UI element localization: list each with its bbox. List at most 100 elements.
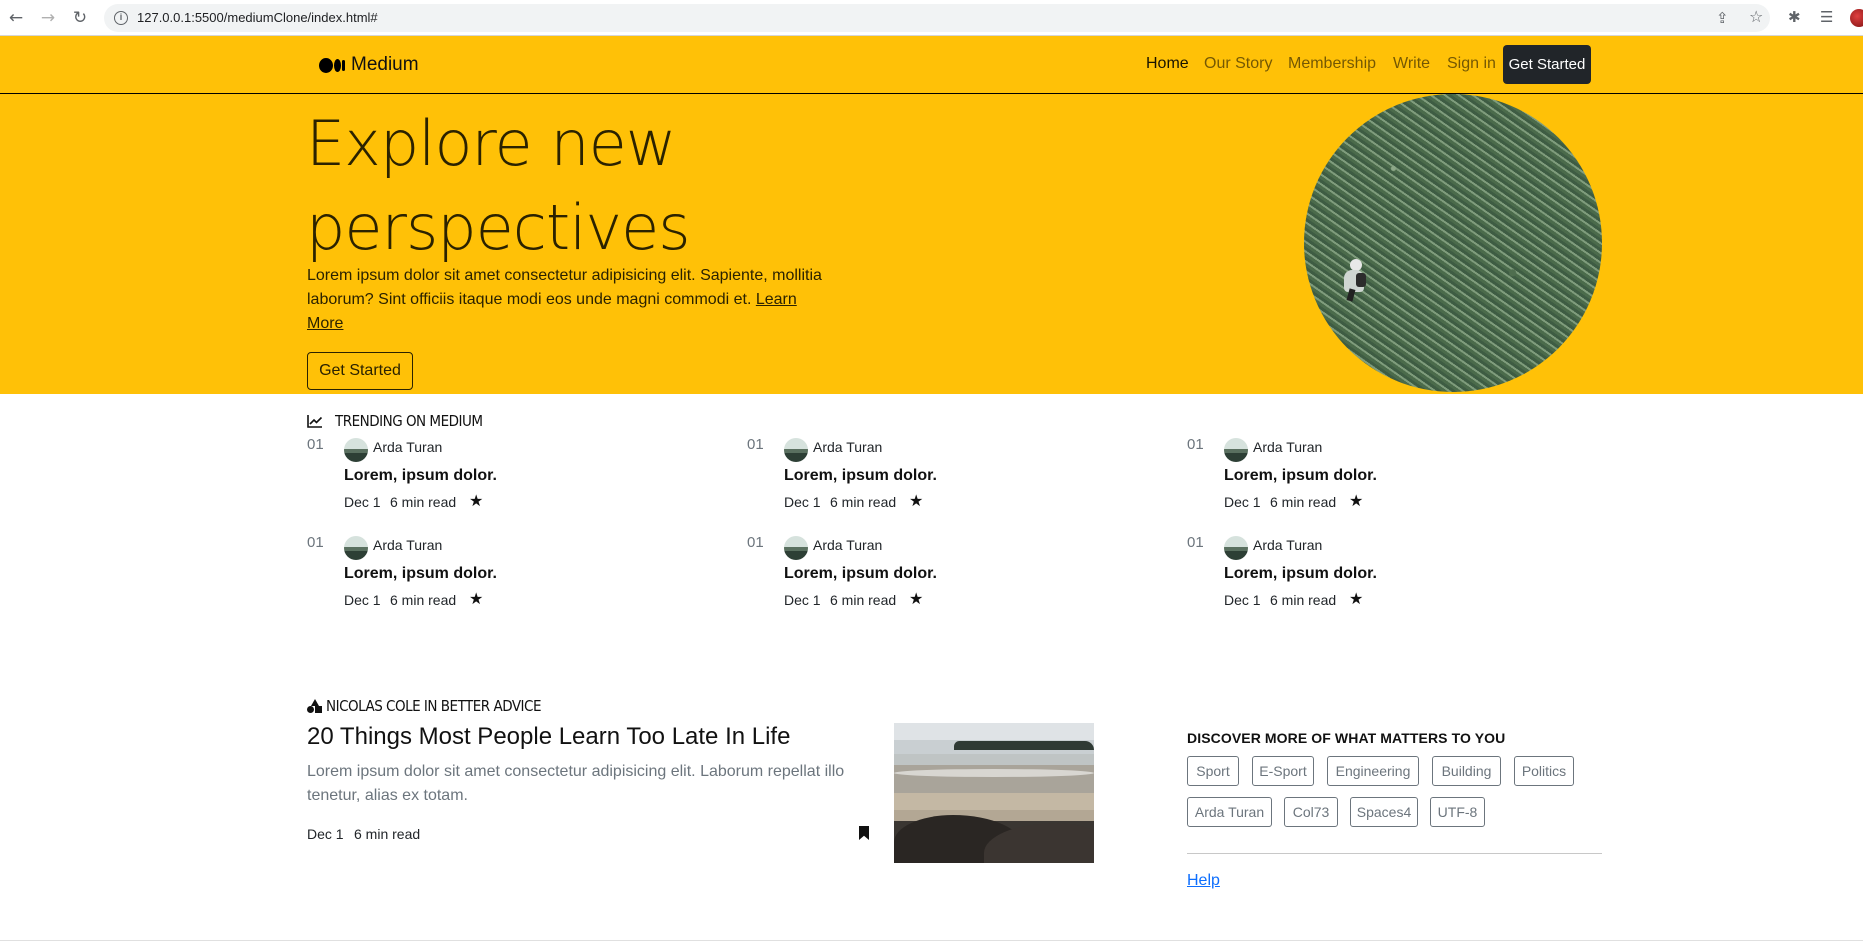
post-title[interactable]: 20 Things Most People Learn Too Late In … — [307, 723, 790, 751]
trending-author[interactable]: Arda Turan — [813, 439, 882, 455]
hero-get-started-button[interactable]: Get Started — [307, 352, 413, 390]
trending-read-time: 6 min read — [830, 494, 897, 510]
trending-post-title[interactable]: Lorem, ipsum dolor. — [784, 467, 937, 485]
extensions-icon[interactable]: ✱ — [1788, 9, 1804, 25]
post-author-line: NICOLAS COLE IN BETTER ADVICE — [307, 697, 541, 715]
hero-section: Explore new perspectives Lorem ipsum dol… — [0, 94, 1863, 394]
trending-post-title[interactable]: Lorem, ipsum dolor. — [344, 467, 497, 485]
address-bar[interactable]: i 127.0.0.1:5500/mediumClone/index.html#… — [104, 4, 1770, 32]
discover-divider — [1187, 853, 1602, 854]
trending-date: Dec 1 — [784, 592, 821, 608]
trending-item[interactable]: 01 Arda Turan Lorem, ipsum dolor. Dec 1 6 mi… — [747, 534, 1127, 622]
nav-link-home[interactable]: Home — [1146, 55, 1189, 73]
bookmark-icon[interactable] — [859, 826, 869, 840]
tag-col73[interactable]: Col73 — [1284, 797, 1338, 827]
trending-item[interactable]: 01 Arda Turan Lorem, ipsum dolor. Dec 1 6 mi… — [307, 436, 687, 524]
hero-forest-image — [1304, 94, 1602, 392]
discover-title: DISCOVER MORE OF WHAT MATTERS TO YOU — [1187, 730, 1506, 746]
trending-rank: 01 — [747, 534, 764, 551]
share-icon[interactable]: ⇪ — [1716, 9, 1729, 27]
trending-date: Dec 1 — [784, 494, 821, 510]
hero-title-line-1: Explore new — [306, 107, 677, 180]
bookmark-star-icon[interactable]: ☆ — [1749, 7, 1763, 26]
post-author[interactable]: NICOLAS COLE IN BETTER ADVICE — [326, 697, 541, 715]
trending-item[interactable]: 01 Arda Turan Lorem, ipsum dolor. Dec 1 6 mi… — [1187, 534, 1567, 622]
address-url[interactable]: 127.0.0.1:5500/mediumClone/index.html# — [137, 10, 378, 25]
trending-date: Dec 1 — [1224, 592, 1261, 608]
reload-icon[interactable]: ↻ — [70, 8, 90, 28]
star-icon: ★ — [1349, 589, 1364, 608]
star-icon: ★ — [909, 589, 924, 608]
hero-title-line-2: perspectives — [306, 191, 691, 264]
nav-link-membership[interactable]: Membership — [1288, 55, 1376, 73]
nav-link-sign-in[interactable]: Sign in — [1447, 55, 1496, 73]
star-icon: ★ — [909, 491, 924, 510]
trending-date: Dec 1 — [344, 494, 381, 510]
site-info-icon[interactable]: i — [114, 11, 128, 25]
trending-item[interactable]: 01 Arda Turan Lorem, ipsum dolor. Dec 1 6 mi… — [1187, 436, 1567, 524]
trending-header: TRENDING ON MEDIUM — [307, 412, 483, 430]
trending-rank: 01 — [307, 534, 324, 551]
star-icon: ★ — [469, 491, 484, 510]
trending-rank: 01 — [1187, 436, 1204, 453]
forward-icon[interactable]: → — [38, 8, 58, 28]
author-avatar[interactable] — [784, 438, 808, 462]
tag-spaces4[interactable]: Spaces4 — [1350, 797, 1418, 827]
tag-e-sport[interactable]: E-Sport — [1252, 756, 1314, 786]
trending-item[interactable]: 01 Arda Turan Lorem, ipsum dolor. Dec 1 6 mi… — [747, 436, 1127, 524]
tag-politics[interactable]: Politics — [1514, 756, 1574, 786]
star-icon: ★ — [469, 589, 484, 608]
hero-image-rider — [1342, 259, 1368, 302]
get-started-button[interactable]: Get Started — [1503, 45, 1591, 84]
tag-utf-8[interactable]: UTF-8 — [1430, 797, 1485, 827]
hero-description: Lorem ipsum dolor sit amet consectetur a… — [307, 264, 837, 336]
brand-link[interactable]: Medium — [319, 54, 419, 76]
tag-building[interactable]: Building — [1432, 756, 1501, 786]
trending-date: Dec 1 — [1224, 494, 1261, 510]
trending-author[interactable]: Arda Turan — [813, 537, 882, 553]
trending-post-title[interactable]: Lorem, ipsum dolor. — [1224, 467, 1377, 485]
trending-rank: 01 — [307, 436, 324, 453]
help-link[interactable]: Help — [1187, 872, 1220, 890]
browser-toolbar: ← → ↻ i 127.0.0.1:5500/mediumClone/index… — [0, 0, 1863, 36]
trending-author[interactable]: Arda Turan — [1253, 537, 1322, 553]
hero-title: Explore new perspectives — [306, 102, 906, 270]
trending-post-title[interactable]: Lorem, ipsum dolor. — [1224, 565, 1377, 583]
trending-read-time: 6 min read — [830, 592, 897, 608]
tag-arda-turan[interactable]: Arda Turan — [1187, 797, 1272, 827]
author-avatar[interactable] — [1224, 438, 1248, 462]
trending-post-title[interactable]: Lorem, ipsum dolor. — [784, 565, 937, 583]
author-avatar[interactable] — [344, 438, 368, 462]
trending-read-time: 6 min read — [390, 494, 457, 510]
nav-link-write[interactable]: Write — [1393, 55, 1430, 73]
hero-description-text: Lorem ipsum dolor sit amet consectetur a… — [307, 267, 822, 308]
site-navbar: Medium Home Our Story Membership Write S… — [0, 36, 1863, 94]
post-date: Dec 1 — [307, 826, 344, 842]
tag-sport[interactable]: Sport — [1187, 756, 1239, 786]
author-avatar[interactable] — [344, 536, 368, 560]
nav-link-our-story[interactable]: Our Story — [1204, 55, 1272, 73]
trending-author[interactable]: Arda Turan — [373, 537, 442, 553]
author-avatar[interactable] — [1224, 536, 1248, 560]
trending-date: Dec 1 — [344, 592, 381, 608]
trending-rank: 01 — [747, 436, 764, 453]
brand-name: Medium — [351, 54, 419, 75]
trending-item[interactable]: 01 Arda Turan Lorem, ipsum dolor. Dec 1 6 mi… — [307, 534, 687, 622]
page-bottom-divider — [0, 940, 1863, 941]
medium-logo-icon — [319, 57, 346, 73]
author-avatar[interactable] — [784, 536, 808, 560]
trending-title: TRENDING ON MEDIUM — [335, 412, 483, 430]
tag-engineering[interactable]: Engineering — [1327, 756, 1419, 786]
trending-author[interactable]: Arda Turan — [373, 439, 442, 455]
post-excerpt: Lorem ipsum dolor sit amet consectetur a… — [307, 763, 845, 804]
post-beach-image[interactable] — [894, 723, 1094, 863]
back-icon[interactable]: ← — [6, 8, 26, 28]
reading-list-icon[interactable]: ☰ — [1820, 9, 1836, 25]
trending-author[interactable]: Arda Turan — [1253, 439, 1322, 455]
profile-avatar[interactable] — [1850, 9, 1863, 27]
trending-post-title[interactable]: Lorem, ipsum dolor. — [344, 565, 497, 583]
shapes-icon — [307, 698, 323, 714]
post-read-time: 6 min read — [354, 826, 421, 842]
trending-read-time: 6 min read — [1270, 592, 1337, 608]
trending-rank: 01 — [1187, 534, 1204, 551]
